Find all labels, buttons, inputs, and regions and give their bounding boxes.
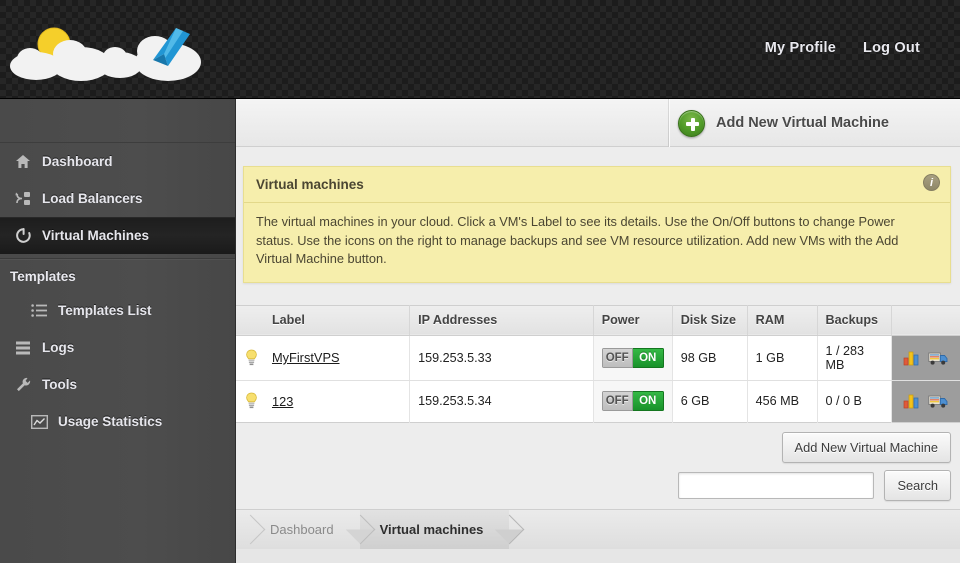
info-banner: Virtual machines i The virtual machines …: [243, 166, 951, 283]
sidebar-item-usage-statistics[interactable]: Usage Statistics: [0, 403, 235, 440]
main-content: Add New Virtual Machine Virtual machines…: [236, 99, 960, 563]
row-label-cell: MyFirstVPS: [263, 335, 411, 381]
row-power-cell: OFF ON: [593, 335, 673, 381]
sidebar-item-label: Templates List: [58, 303, 152, 318]
log-out-link[interactable]: Log Out: [863, 40, 920, 56]
top-navigation: My Profile Log Out: [765, 40, 920, 56]
toolbar-divider: [668, 99, 669, 147]
row-actions-cell: [891, 380, 960, 422]
statistics-icon[interactable]: [903, 393, 921, 409]
sidebar: Dashboard Load Balancers Virtual Machine…: [0, 99, 236, 563]
row-backups-cell: 0 / 0 B: [817, 380, 892, 422]
add-new-virtual-machine-link[interactable]: Add New Virtual Machine: [678, 99, 889, 147]
sidebar-group-templates: Templates: [0, 258, 235, 292]
search-input[interactable]: [678, 471, 875, 499]
content-toolbar: Add New Virtual Machine: [236, 99, 960, 147]
add-new-virtual-machine-button[interactable]: Add New Virtual Machine: [781, 431, 951, 463]
power-on-button[interactable]: ON: [632, 347, 664, 368]
sidebar-item-tools[interactable]: Tools: [0, 366, 235, 403]
row-backups-cell: 1 / 283 MB: [817, 335, 892, 381]
top-header: My Profile Log Out: [0, 0, 960, 99]
breadcrumb-label: Virtual machines: [379, 522, 484, 537]
column-header-disk-size: Disk Size: [672, 305, 748, 336]
backups-truck-icon[interactable]: [928, 393, 948, 409]
list-icon: [26, 304, 52, 317]
breadcrumb-item-virtual-machines[interactable]: Virtual machines: [359, 510, 525, 549]
sidebar-item-templates-list[interactable]: Templates List: [0, 292, 235, 329]
row-ram-cell: 456 MB: [747, 380, 818, 422]
breadcrumb-label: Dashboard: [270, 522, 334, 537]
row-disk-cell: 6 GB: [672, 380, 748, 422]
my-profile-link[interactable]: My Profile: [765, 40, 836, 56]
column-header-ip: IP Addresses: [409, 305, 594, 336]
row-actions-cell: [891, 335, 960, 381]
table-header-row: Label IP Addresses Power Disk Size RAM B…: [236, 305, 960, 336]
chevron-right-icon: [495, 514, 525, 545]
footer-strip: [236, 549, 960, 563]
search-row: Search: [678, 469, 951, 501]
sidebar-item-virtual-machines[interactable]: Virtual Machines: [0, 217, 235, 254]
sidebar-top-spacer: [0, 99, 235, 143]
power-off-button[interactable]: OFF: [601, 347, 633, 368]
bottom-controls: Add New Virtual Machine Search: [236, 422, 960, 509]
power-on-button[interactable]: ON: [632, 391, 664, 411]
info-banner-title: Virtual machines: [256, 177, 364, 192]
power-off-button[interactable]: OFF: [601, 391, 633, 411]
sidebar-item-load-balancers[interactable]: Load Balancers: [0, 180, 235, 217]
power-toggle-group: OFF ON: [601, 347, 664, 368]
row-disk-cell: 98 GB: [672, 335, 748, 381]
breadcrumb-item-dashboard[interactable]: Dashboard: [250, 510, 375, 549]
chart-icon: [26, 414, 52, 429]
column-header-backups: Backups: [817, 305, 892, 336]
row-ip-cell: 159.253.5.34: [409, 380, 594, 422]
column-header-label: Label: [263, 305, 411, 336]
wrench-icon: [10, 377, 36, 393]
load-balancer-icon: [10, 191, 36, 206]
column-header-status: [236, 305, 264, 336]
row-status-cell: [236, 380, 264, 422]
search-button[interactable]: Search: [884, 469, 951, 501]
lightbulb-icon: [246, 349, 257, 365]
table-row: 123 159.253.5.34 OFF ON 6 GB 456 MB 0 / …: [236, 380, 960, 422]
column-header-power: Power: [593, 305, 673, 336]
table-row: MyFirstVPS 159.253.5.33 OFF ON 98 GB 1 G…: [236, 335, 960, 381]
sidebar-item-label: Tools: [42, 377, 77, 392]
row-status-cell: [236, 335, 264, 381]
sidebar-item-label: Usage Statistics: [58, 414, 163, 429]
plus-circle-icon: [678, 109, 705, 137]
power-toggle-group: OFF ON: [601, 391, 664, 411]
lightbulb-icon: [246, 392, 257, 409]
sidebar-item-label: Dashboard: [42, 154, 113, 169]
home-icon: [10, 154, 36, 169]
row-label-cell: 123: [263, 380, 411, 422]
row-ip-cell: 159.253.5.33: [409, 335, 594, 381]
breadcrumb: Dashboard Virtual machines: [235, 509, 960, 549]
sidebar-item-label: Virtual Machines: [42, 228, 150, 243]
row-ram-cell: 1 GB: [747, 335, 818, 381]
info-banner-header: Virtual machines i: [244, 167, 950, 203]
row-power-cell: OFF ON: [593, 380, 673, 422]
vm-label-link[interactable]: 123: [272, 394, 293, 409]
sidebar-item-logs[interactable]: Logs: [0, 329, 235, 366]
info-banner-body: The virtual machines in your cloud. Clic…: [256, 214, 899, 266]
breadcrumb-lead: [235, 510, 266, 549]
cloud-logo: [10, 27, 201, 81]
column-header-actions: [891, 305, 960, 336]
app-root: My Profile Log Out Dashboard Load Balanc…: [0, 0, 960, 563]
sidebar-item-dashboard[interactable]: Dashboard: [0, 143, 235, 180]
vm-label-link[interactable]: MyFirstVPS: [272, 350, 340, 365]
statistics-icon[interactable]: [903, 350, 921, 366]
sidebar-item-label: Load Balancers: [42, 191, 143, 206]
logs-icon: [10, 341, 36, 355]
column-header-ram: RAM: [747, 305, 818, 336]
power-cycle-icon: [10, 227, 36, 244]
virtual-machines-table: Label IP Addresses Power Disk Size RAM B…: [236, 304, 960, 423]
add-vm-link-label: Add New Virtual Machine: [716, 115, 889, 131]
info-icon[interactable]: i: [923, 174, 940, 191]
sidebar-item-label: Logs: [42, 340, 75, 355]
backups-truck-icon[interactable]: [928, 350, 948, 366]
